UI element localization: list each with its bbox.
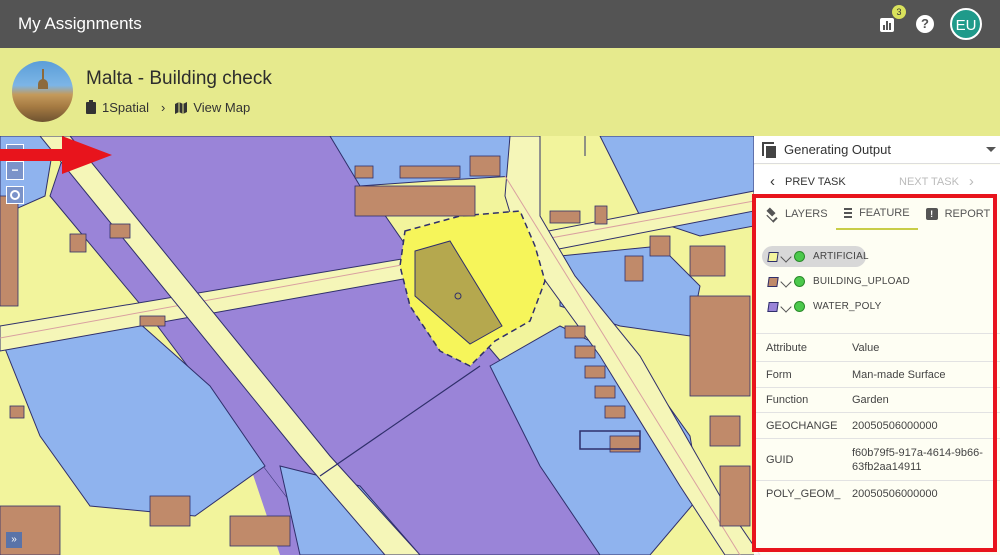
project-header: Malta - Building check 1Spatial › View M… [0,48,1000,136]
project-title: Malta - Building check [86,68,272,89]
view-map-link[interactable]: View Map [193,100,250,115]
highlight-frame-annotation [752,194,997,552]
copy-icon [762,141,776,158]
history-button[interactable] [6,186,24,204]
clipboard-icon [86,99,96,114]
prev-task-label: PREV TASK [785,175,846,188]
chevron-right-icon: › [968,173,974,190]
breadcrumb-org[interactable]: 1Spatial [102,100,149,115]
prev-task-button[interactable]: ‹ PREV TASK [770,173,846,190]
user-avatar[interactable]: EU [950,8,982,40]
help-button[interactable]: ? [916,15,934,33]
bar-chart-icon [880,18,894,32]
next-task-label: NEXT TASK [899,175,959,188]
output-status: Generating Output [784,142,891,157]
stats-button[interactable]: 3 [878,5,906,34]
red-arrow-annotation [0,136,112,174]
task-navigation: ‹ PREV TASK NEXT TASK › [754,165,1000,195]
next-task-button[interactable]: NEXT TASK › [899,173,974,190]
map-icon [175,101,188,114]
topbar-actions: 3 ? EU [878,0,982,48]
caret-down-icon[interactable] [986,147,996,152]
clock-icon [10,190,20,200]
notification-badge: 3 [892,5,906,19]
chevron-right-icon: › [160,100,166,115]
project-thumbnail [12,61,73,122]
output-status-row[interactable]: Generating Output [754,136,1000,164]
chevron-left-icon: ‹ [770,173,775,190]
breadcrumb: 1Spatial › View Map [86,99,250,115]
expand-button[interactable]: » [6,532,22,548]
app-title: My Assignments [18,14,142,33]
app-bar: My Assignments 3 ? EU [0,0,1000,48]
